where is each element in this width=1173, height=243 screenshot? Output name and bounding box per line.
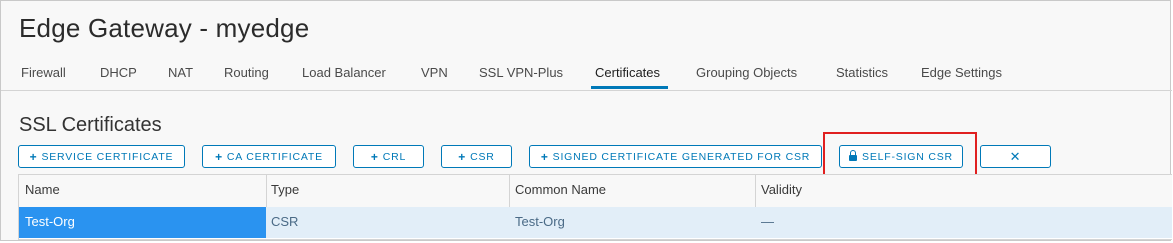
cell-name: Test-Org (25, 214, 75, 229)
tab-statistics[interactable]: Statistics (836, 65, 888, 80)
tab-bar: Firewall DHCP NAT Routing Load Balancer … (1, 57, 1172, 91)
table-row[interactable]: Test-Org CSR Test-Org — (19, 207, 1172, 238)
delete-button[interactable]: ✕ (980, 145, 1051, 168)
column-header-name[interactable]: Name (25, 182, 60, 197)
column-header-type[interactable]: Type (271, 182, 299, 197)
add-crl-button[interactable]: + CRL (353, 145, 424, 168)
tab-grouping-objects[interactable]: Grouping Objects (696, 65, 797, 80)
tab-load-balancer[interactable]: Load Balancer (302, 65, 386, 80)
page-title: Edge Gateway - myedge (19, 13, 310, 43)
plus-icon: + (458, 149, 467, 164)
tab-routing[interactable]: Routing (224, 65, 269, 80)
tab-certificates[interactable]: Certificates (595, 65, 660, 80)
button-label: CSR (470, 150, 495, 163)
tab-dhcp[interactable]: DHCP (100, 65, 137, 80)
plus-icon: + (540, 149, 549, 164)
tab-vpn[interactable]: VPN (421, 65, 448, 80)
tab-ssl-vpn-plus[interactable]: SSL VPN-Plus (479, 65, 563, 80)
plus-icon: + (370, 149, 379, 164)
plus-icon: + (29, 149, 38, 164)
edge-gateway-panel: Edge Gateway - myedge Firewall DHCP NAT … (0, 0, 1172, 241)
button-label: SIGNED CERTIFICATE GENERATED FOR CSR (552, 150, 811, 163)
column-divider (509, 175, 510, 207)
column-divider (755, 175, 756, 207)
close-icon: ✕ (1009, 148, 1022, 164)
cell-validity: — (761, 214, 774, 229)
plus-icon: + (215, 149, 223, 164)
active-tab-indicator (591, 86, 668, 89)
section-title: SSL Certificates (19, 114, 162, 136)
column-header-validity[interactable]: Validity (761, 182, 802, 197)
cell-common-name: Test-Org (515, 214, 565, 229)
certificates-table: Name Type Common Name Validity Test-Org … (18, 174, 1172, 240)
column-divider (266, 175, 267, 207)
button-label: CA CERTIFICATE (226, 150, 323, 163)
annotation-highlight-box (823, 132, 977, 178)
add-ca-certificate-button[interactable]: + CA CERTIFICATE (202, 145, 336, 168)
column-header-common-name[interactable]: Common Name (515, 182, 606, 197)
add-csr-button[interactable]: + CSR (441, 145, 512, 168)
tab-firewall[interactable]: Firewall (21, 65, 66, 80)
add-signed-certificate-button[interactable]: + SIGNED CERTIFICATE GENERATED FOR CSR (529, 145, 822, 168)
table-header: Name Type Common Name Validity (19, 175, 1172, 208)
button-label: CRL (382, 150, 407, 163)
tab-edge-settings[interactable]: Edge Settings (921, 65, 1002, 80)
button-label: SERVICE CERTIFICATE (41, 150, 174, 163)
cell-type: CSR (271, 214, 299, 229)
tab-nat[interactable]: NAT (168, 65, 193, 80)
add-service-certificate-button[interactable]: + SERVICE CERTIFICATE (18, 145, 185, 168)
